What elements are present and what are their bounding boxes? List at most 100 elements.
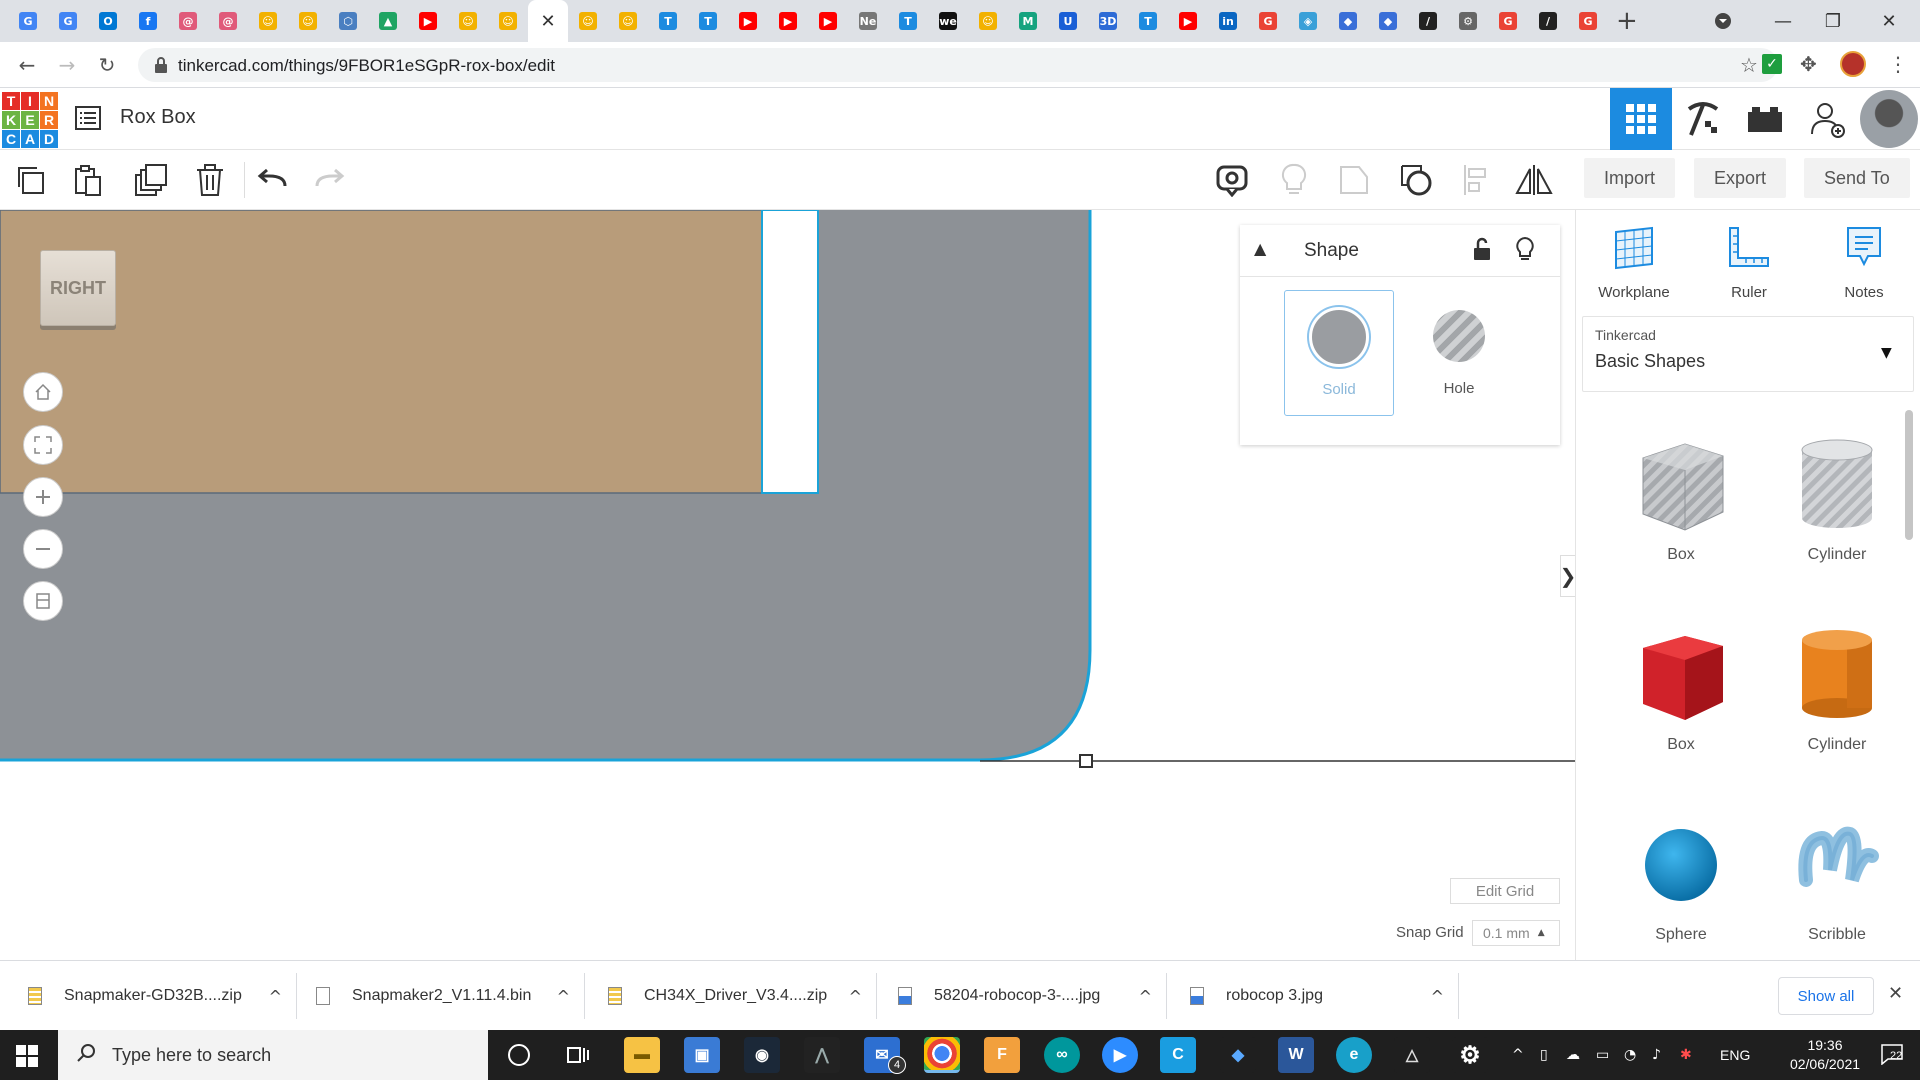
- shape-tile-cylinder-hole[interactable]: Cylinder: [1762, 430, 1912, 564]
- browser-tab[interactable]: ▲: [368, 0, 408, 42]
- notes-tool[interactable]: Notes: [1814, 224, 1914, 301]
- solid-option[interactable]: Solid: [1284, 290, 1394, 416]
- fusion-icon[interactable]: F: [984, 1037, 1020, 1073]
- browser-tab[interactable]: ▶: [808, 0, 848, 42]
- tab-search-icon[interactable]: [1700, 0, 1746, 42]
- browser-tab[interactable]: ▶: [768, 0, 808, 42]
- arduino-icon[interactable]: ∞: [1044, 1037, 1080, 1073]
- blocks-pickaxe-icon[interactable]: [1672, 88, 1734, 150]
- forward-arrow-icon[interactable]: →: [52, 50, 82, 80]
- browser-tab[interactable]: ☺: [488, 0, 528, 42]
- maximize-button[interactable]: ❐: [1810, 0, 1856, 42]
- chevron-up-icon[interactable]: ^: [557, 987, 570, 1006]
- browser-tab[interactable]: ◈: [1288, 0, 1328, 42]
- browser-tab[interactable]: Ne: [848, 0, 888, 42]
- reload-icon[interactable]: ↻: [92, 50, 122, 80]
- zoom-in-icon[interactable]: [23, 477, 63, 517]
- paste-icon[interactable]: [68, 160, 108, 200]
- browser-tab[interactable]: ▶: [408, 0, 448, 42]
- browser-tab[interactable]: G: [1488, 0, 1528, 42]
- design-title[interactable]: Rox Box: [120, 106, 196, 129]
- align-icon[interactable]: [1456, 160, 1496, 200]
- browser-tab[interactable]: ☺: [288, 0, 328, 42]
- tab-close-icon[interactable]: ✕: [540, 11, 555, 32]
- chrome-icon[interactable]: [924, 1037, 960, 1073]
- settings-gear-icon[interactable]: ⚙: [1452, 1037, 1488, 1073]
- mirror-icon[interactable]: [1514, 160, 1554, 200]
- browser-tab[interactable]: ⚙: [1448, 0, 1488, 42]
- delete-trash-icon[interactable]: [190, 160, 230, 200]
- windows-start-icon[interactable]: [16, 1045, 38, 1072]
- steam-icon[interactable]: ◉: [744, 1037, 780, 1073]
- close-downloads-icon[interactable]: ✕: [1888, 983, 1903, 1004]
- chevron-up-icon[interactable]: ^: [1431, 987, 1444, 1006]
- perspective-toggle-icon[interactable]: [23, 581, 63, 621]
- slot-shape[interactable]: [761, 210, 819, 494]
- browser-tab[interactable]: /: [1528, 0, 1568, 42]
- workplane-tool[interactable]: Workplane: [1584, 224, 1684, 301]
- browser-tab[interactable]: @: [208, 0, 248, 42]
- triangle-app-icon[interactable]: △: [1394, 1037, 1430, 1073]
- download-item[interactable]: Snapmaker-GD32B....zip ^: [28, 961, 298, 1031]
- undo-icon[interactable]: [252, 160, 292, 200]
- notes-view-icon[interactable]: [1212, 160, 1252, 200]
- bricks-icon[interactable]: [1734, 88, 1796, 150]
- browser-tab[interactable]: in: [1208, 0, 1248, 42]
- bookmark-star-icon[interactable]: ☆: [1740, 53, 1758, 77]
- edit-grid-button[interactable]: Edit Grid: [1450, 878, 1560, 904]
- home-view-icon[interactable]: [23, 372, 63, 412]
- browser-tab[interactable]: ▶: [1168, 0, 1208, 42]
- taskbar-search-field[interactable]: Type here to search: [58, 1030, 488, 1080]
- shape-tile-box[interactable]: Box: [1606, 620, 1756, 754]
- minimize-button[interactable]: —: [1760, 0, 1806, 42]
- browser-tab-active[interactable]: ✕: [528, 0, 568, 42]
- duplicate-icon[interactable]: [130, 160, 170, 200]
- browser-tab[interactable]: 3D: [1088, 0, 1128, 42]
- shape-tile-cylinder[interactable]: Cylinder: [1762, 620, 1912, 754]
- browser-tab[interactable]: /: [1408, 0, 1448, 42]
- volume-icon[interactable]: ♪: [1652, 1030, 1661, 1080]
- download-item[interactable]: robocop 3.jpg ^: [1190, 961, 1460, 1031]
- tray-device-icon[interactable]: ▯: [1540, 1030, 1548, 1080]
- shape-tile-box-hole[interactable]: Box: [1606, 430, 1756, 564]
- zoom-icon[interactable]: ▶: [1102, 1037, 1138, 1073]
- shape-tile-scribble[interactable]: Scribble: [1762, 810, 1912, 944]
- predator-icon[interactable]: ⋀: [804, 1037, 840, 1073]
- visibility-bulb-icon[interactable]: [1516, 236, 1534, 268]
- browser-tab[interactable]: ☺: [248, 0, 288, 42]
- user-avatar[interactable]: [1858, 88, 1920, 150]
- cura-icon[interactable]: C: [1160, 1037, 1196, 1073]
- download-item[interactable]: Snapmaker2_V1.11.4.bin ^: [316, 961, 586, 1031]
- add-user-icon[interactable]: [1796, 88, 1858, 150]
- app-tray-icon[interactable]: ✱: [1680, 1030, 1692, 1080]
- view-cube[interactable]: RIGHT: [40, 250, 118, 330]
- language-indicator[interactable]: ENG: [1720, 1030, 1750, 1080]
- browser-tab[interactable]: ◆: [1328, 0, 1368, 42]
- export-button[interactable]: Export: [1694, 158, 1787, 198]
- close-window-button[interactable]: ✕: [1866, 0, 1912, 42]
- browser-tab[interactable]: T: [648, 0, 688, 42]
- send-to-button[interactable]: Send To: [1804, 158, 1910, 198]
- battery-icon[interactable]: ▭: [1596, 1030, 1609, 1080]
- browser-tab[interactable]: ⬡: [328, 0, 368, 42]
- lock-icon[interactable]: [1473, 237, 1491, 266]
- tray-overflow-icon[interactable]: ^: [1512, 1030, 1524, 1080]
- fit-view-icon[interactable]: [23, 425, 63, 465]
- group-shapes-icon[interactable]: [1334, 160, 1374, 200]
- clock[interactable]: 19:36 02/06/2021: [1770, 1036, 1880, 1074]
- download-item[interactable]: CH34X_Driver_V3.4....zip ^: [608, 961, 878, 1031]
- profile-avatar[interactable]: [1840, 51, 1866, 77]
- collapse-panel-button[interactable]: ❯: [1560, 555, 1575, 597]
- edge-icon[interactable]: e: [1336, 1037, 1372, 1073]
- browser-tab[interactable]: T: [888, 0, 928, 42]
- browser-menu-icon[interactable]: ⋮: [1888, 52, 1908, 76]
- browser-tab[interactable]: U: [1048, 0, 1088, 42]
- browser-tab[interactable]: @: [168, 0, 208, 42]
- extension-check-icon[interactable]: ✓: [1762, 54, 1782, 74]
- hole-option[interactable]: Hole: [1404, 290, 1514, 416]
- new-tab-button[interactable]: +: [1616, 6, 1638, 36]
- browser-tab[interactable]: ▶: [728, 0, 768, 42]
- app-diamond-icon[interactable]: ◆: [1220, 1037, 1256, 1073]
- word-icon[interactable]: W: [1278, 1037, 1314, 1073]
- ungroup-shapes-icon[interactable]: [1396, 160, 1436, 200]
